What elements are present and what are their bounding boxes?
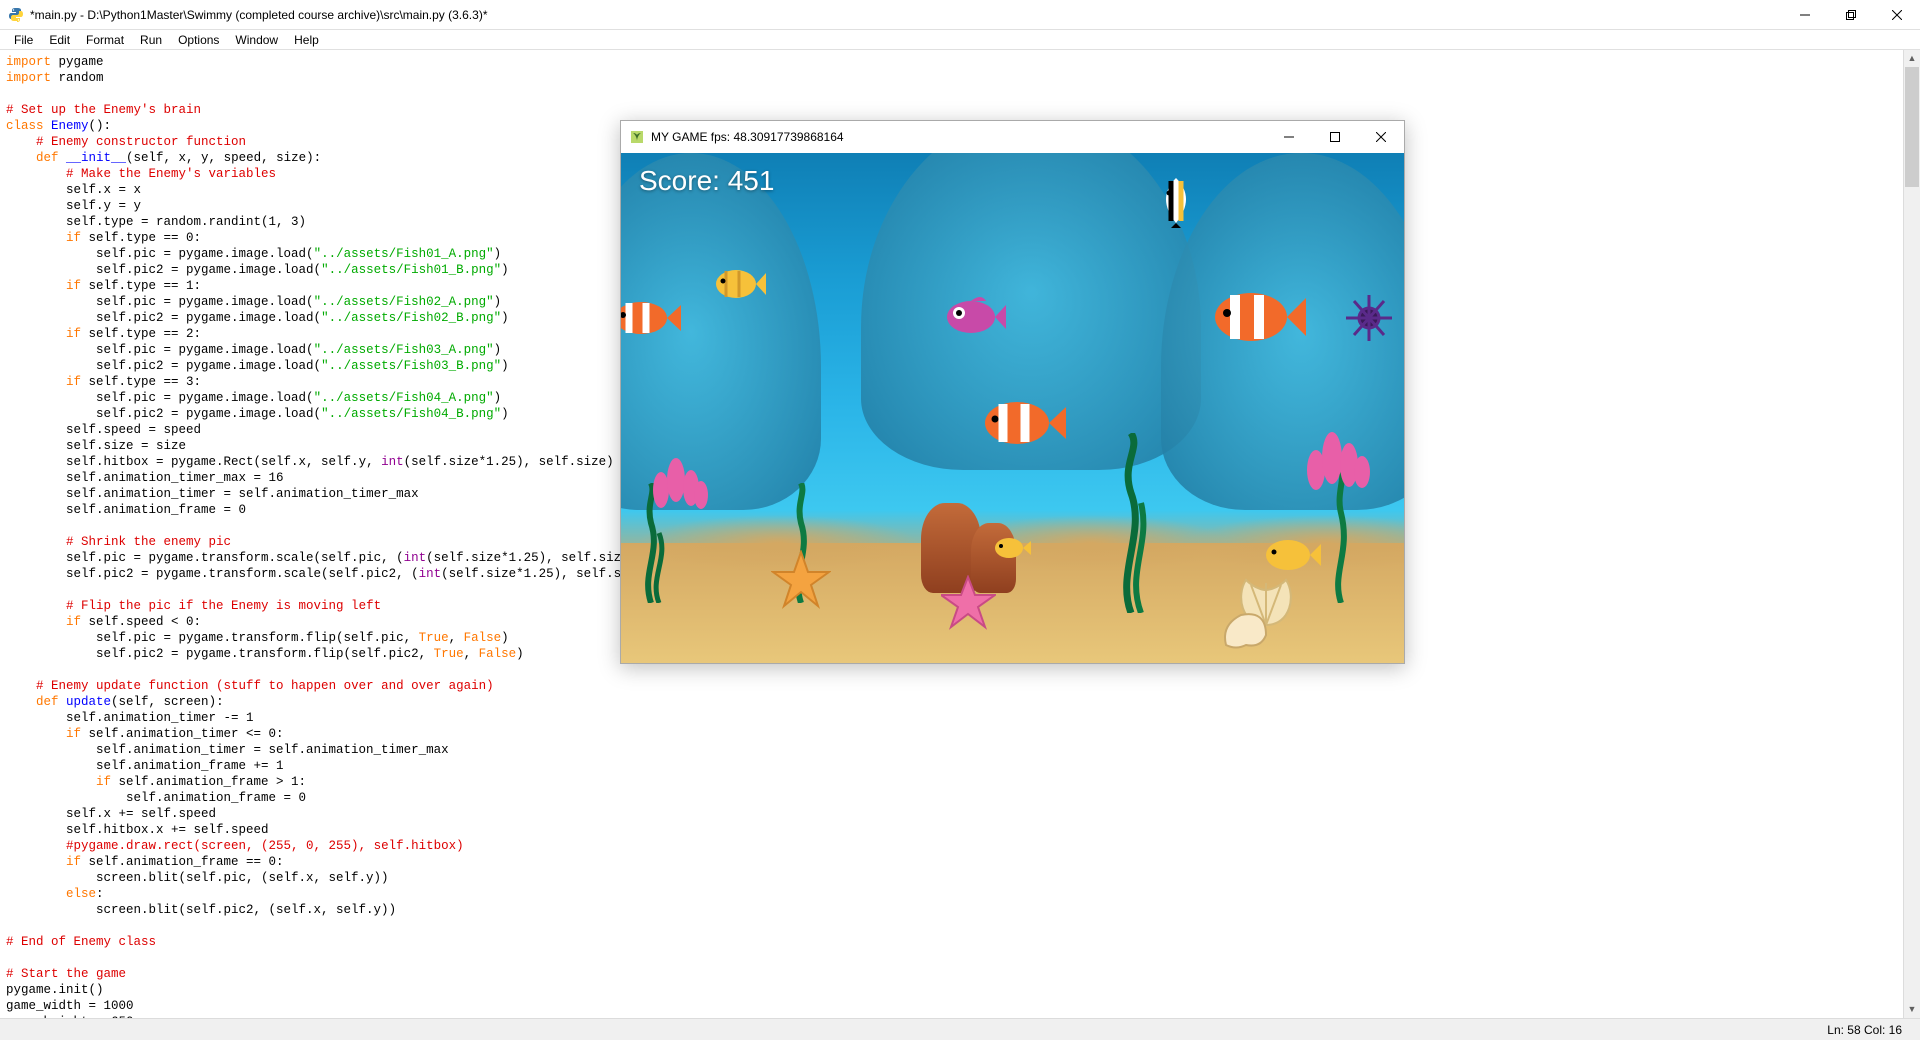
idle-titlebar[interactable]: *main.py - D:\Python1Master\Swimmy (comp… bbox=[0, 0, 1920, 30]
pygame-icon bbox=[629, 129, 645, 145]
game-canvas[interactable]: Score: 451 bbox=[621, 153, 1404, 663]
idle-title: *main.py - D:\Python1Master\Swimmy (comp… bbox=[30, 8, 1782, 22]
scroll-down-arrow[interactable]: ▼ bbox=[1904, 1001, 1920, 1018]
idle-menubar: File Edit Format Run Options Window Help bbox=[0, 30, 1920, 50]
starfish-orange bbox=[771, 550, 831, 613]
clownfish-enemy bbox=[981, 393, 1066, 456]
menu-file[interactable]: File bbox=[6, 31, 41, 49]
score-label: Score: 451 bbox=[639, 165, 774, 197]
pygame-close-button[interactable] bbox=[1358, 121, 1404, 153]
small-yellow-fish bbox=[991, 533, 1031, 566]
conch-shell bbox=[1221, 610, 1271, 653]
close-button[interactable] bbox=[1874, 0, 1920, 29]
menu-format[interactable]: Format bbox=[78, 31, 132, 49]
scroll-thumb[interactable] bbox=[1905, 67, 1919, 187]
coral-pink bbox=[651, 450, 711, 513]
menu-help[interactable]: Help bbox=[286, 31, 327, 49]
menu-options[interactable]: Options bbox=[170, 31, 227, 49]
pygame-window[interactable]: MY GAME fps: 48.30917739868164 bbox=[620, 120, 1405, 664]
seaweed bbox=[1111, 433, 1151, 613]
yellow-fish-enemy bbox=[711, 263, 766, 308]
starfish-pink bbox=[941, 575, 996, 633]
python-idle-icon bbox=[8, 7, 24, 23]
pygame-minimize-button[interactable] bbox=[1266, 121, 1312, 153]
menu-run[interactable]: Run bbox=[132, 31, 170, 49]
pygame-window-controls bbox=[1266, 121, 1404, 153]
yellow-fish-enemy bbox=[1261, 533, 1321, 580]
clownfish-enemy bbox=[621, 293, 681, 346]
player-fish bbox=[941, 293, 1006, 344]
window-controls bbox=[1782, 0, 1920, 29]
urchin-purple bbox=[1344, 293, 1394, 346]
pygame-maximize-button[interactable] bbox=[1312, 121, 1358, 153]
clownfish-enemy bbox=[1211, 283, 1306, 354]
minimize-button[interactable] bbox=[1782, 0, 1828, 29]
cursor-position: Ln: 58 Col: 16 bbox=[1827, 1023, 1902, 1037]
striped-fish-enemy bbox=[1151, 173, 1201, 231]
coral-pink bbox=[1304, 420, 1374, 493]
pygame-title: MY GAME fps: 48.30917739868164 bbox=[651, 130, 1266, 144]
idle-statusbar: Ln: 58 Col: 16 bbox=[0, 1018, 1920, 1040]
menu-window[interactable]: Window bbox=[227, 31, 286, 49]
scroll-up-arrow[interactable]: ▲ bbox=[1904, 50, 1920, 67]
vertical-scrollbar[interactable]: ▲ ▼ bbox=[1903, 50, 1920, 1018]
menu-edit[interactable]: Edit bbox=[41, 31, 78, 49]
maximize-button[interactable] bbox=[1828, 0, 1874, 29]
pygame-titlebar[interactable]: MY GAME fps: 48.30917739868164 bbox=[621, 121, 1404, 153]
